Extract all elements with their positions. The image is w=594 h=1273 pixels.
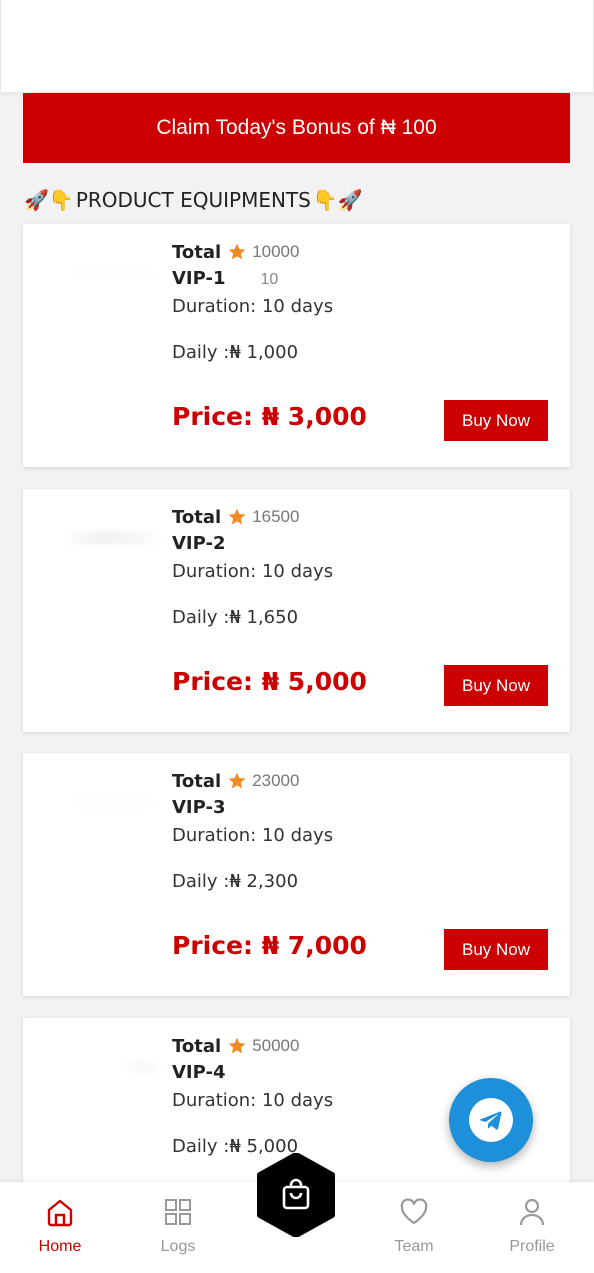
nav-logs[interactable]: Logs [123,1196,233,1266]
product-image [43,244,171,314]
total-label: Total [172,1035,222,1057]
buy-now-button[interactable]: Buy Now [444,665,548,706]
buy-now-button[interactable]: Buy Now [444,929,548,970]
star-icon [227,1036,247,1056]
grid-icon [165,1199,191,1225]
top-header [0,0,594,92]
nav-home[interactable]: Home [5,1196,115,1266]
heart-icon [400,1198,428,1225]
product-card: Total 10000 VIP-1 10 Duration: 10 days D… [23,224,570,467]
duration: Duration: 10 days [172,296,334,317]
home-icon [47,1199,73,1227]
buy-now-button[interactable]: Buy Now [444,400,548,441]
product-image [43,509,171,579]
daily-income: Daily :₦ 2,300 [172,871,299,892]
claim-bonus-button[interactable]: Claim Today's Bonus of ₦ 100 [23,93,570,163]
nav-team-label: Team [394,1238,434,1255]
total-value: 16500 [252,507,300,526]
vip-level: VIP-4 [172,1062,226,1083]
vip-level: VIP-2 [172,533,226,554]
nav-home-label: Home [38,1238,82,1255]
pointing-rocket-emoji: 👇🚀 [312,188,363,212]
star-icon [227,242,247,262]
product-card: Total 23000 VIP-3 Duration: 10 days Dail… [23,753,570,996]
vip-level-extra: 10 [260,271,279,288]
total-value: 50000 [252,1036,300,1055]
total-label: Total [172,770,222,792]
vip-level: VIP-1 [172,268,226,289]
daily-income: Daily :₦ 1,650 [172,607,299,628]
section-title-text: PRODUCT EQUIPMENTS [75,188,311,212]
daily-income: Daily :₦ 1,000 [172,342,299,363]
center-shop-button[interactable] [256,1153,336,1237]
duration: Duration: 10 days [172,561,334,582]
product-card: Total 16500 VIP-2 Duration: 10 days Dail… [23,489,570,732]
product-image [43,1038,171,1108]
vip-level: VIP-3 [172,797,226,818]
product-image [43,773,171,843]
telegram-icon [469,1098,513,1142]
rocket-pointing-emoji: 🚀👇 [24,188,74,212]
nav-logs-label: Logs [160,1238,196,1255]
star-icon [227,507,247,527]
section-title: 🚀👇 PRODUCT EQUIPMENTS 👇🚀 [24,183,363,217]
telegram-button[interactable] [449,1078,533,1162]
total-value: 23000 [252,771,300,790]
total-label: Total [172,506,222,528]
nav-profile-label: Profile [509,1238,555,1255]
nav-profile[interactable]: Profile [477,1196,587,1266]
star-icon [227,771,247,791]
nav-team[interactable]: Team [359,1196,469,1266]
price: Price: ₦ 3,000 [172,402,367,431]
price: Price: ₦ 5,000 [172,667,367,696]
total-value: 10000 [252,242,300,261]
duration: Duration: 10 days [172,825,334,846]
shopping-bag-icon [282,1178,310,1210]
total-label: Total [172,241,222,263]
claim-bonus-label: Claim Today's Bonus of ₦ 100 [156,116,437,139]
price: Price: ₦ 7,000 [172,931,367,960]
user-icon [519,1198,545,1226]
